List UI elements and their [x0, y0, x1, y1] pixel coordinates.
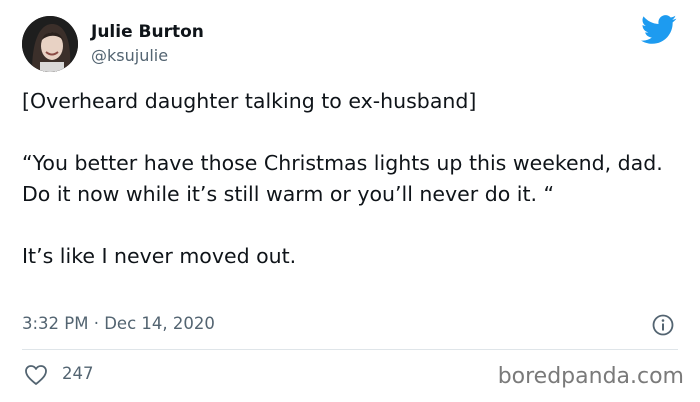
- tweet-line-3: It’s like I never moved out.: [22, 244, 297, 268]
- info-icon[interactable]: [651, 313, 675, 337]
- watermark: boredpanda.com: [497, 364, 684, 389]
- like-count[interactable]: 247: [62, 363, 94, 385]
- tweet-text: [Overheard daughter talking to ex-husban…: [22, 86, 682, 272]
- tweet-card: Julie Burton @ksujulie [Overheard daught…: [0, 0, 700, 402]
- author-display-name[interactable]: Julie Burton: [91, 21, 204, 43]
- tweet-line-2: “You better have those Christmas lights …: [22, 151, 670, 206]
- divider: [22, 349, 678, 350]
- heart-icon[interactable]: [24, 364, 48, 386]
- tweet-line-1: [Overheard daughter talking to ex-husban…: [22, 89, 477, 113]
- twitter-bird-icon[interactable]: [641, 14, 677, 46]
- tweet-timestamp[interactable]: 3:32 PM · Dec 14, 2020: [22, 313, 215, 335]
- author-handle[interactable]: @ksujulie: [91, 46, 168, 66]
- avatar[interactable]: [22, 16, 78, 72]
